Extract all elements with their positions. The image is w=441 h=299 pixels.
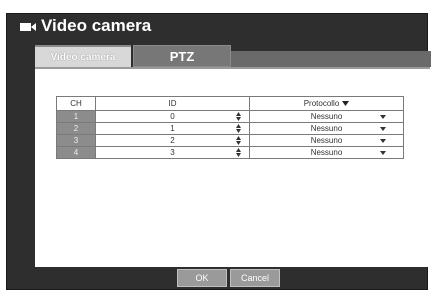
header-protocol-label: Protocollo [303,99,340,108]
protocol-value: Nessuno [310,124,343,133]
camera-table: CH ID Protocollo 1 0 Nessuno 2 1 Nessuno… [56,96,404,159]
id-value: 0 [170,112,175,121]
header-protocol[interactable]: Protocollo [249,96,404,111]
protocol-dropdown[interactable]: Nessuno [249,110,404,123]
tab-video-camera[interactable]: Video camera [35,45,131,67]
protocol-value: Nessuno [310,112,343,121]
ch-cell: 1 [56,110,96,123]
up-down-spinner-icon[interactable] [236,148,241,157]
chevron-down-icon [380,151,386,155]
title-bar: Video camera [7,14,427,40]
protocol-dropdown[interactable]: Nessuno [249,134,404,147]
id-value: 3 [170,148,175,157]
table-row: 4 3 Nessuno [56,146,404,159]
button-bar: OK Cancel [7,267,427,291]
header-id: ID [95,96,250,111]
table-header-row: CH ID Protocollo [56,96,404,111]
ok-button[interactable]: OK [177,269,227,287]
protocol-value: Nessuno [310,148,343,157]
up-down-spinner-icon[interactable] [236,136,241,145]
ch-cell: 4 [56,146,96,159]
tab-bar: Video camera PTZ [35,45,431,67]
id-value: 2 [170,136,175,145]
up-down-spinner-icon[interactable] [236,124,241,133]
id-value: 1 [170,124,175,133]
up-down-spinner-icon[interactable] [236,112,241,121]
chevron-down-icon [342,101,350,107]
ch-cell: 2 [56,122,96,135]
chevron-down-icon [380,139,386,143]
table-row: 1 0 Nessuno [56,110,404,123]
tab-ptz-label: PTZ [169,48,195,64]
chevron-down-icon [380,115,386,119]
tab-bar-filler [231,51,431,67]
id-spinner[interactable]: 3 [95,146,250,159]
id-spinner[interactable]: 1 [95,122,250,135]
protocol-value: Nessuno [310,136,343,145]
dialog-title: Video camera [41,16,152,35]
ch-cell: 3 [56,134,96,147]
header-ch: CH [56,96,96,111]
tab-video-camera-label: Video camera [50,51,116,63]
content-panel: CH ID Protocollo 1 0 Nessuno 2 1 Nessuno… [35,67,430,267]
video-camera-icon [20,23,36,31]
chevron-down-icon [380,127,386,131]
cancel-button[interactable]: Cancel [230,269,280,287]
table-row: 2 1 Nessuno [56,122,404,135]
id-spinner[interactable]: 2 [95,134,250,147]
id-spinner[interactable]: 0 [95,110,250,123]
video-camera-dialog: Video camera Video camera PTZ CH ID Prot… [6,13,431,291]
protocol-dropdown[interactable]: Nessuno [249,122,404,135]
table-row: 3 2 Nessuno [56,134,404,147]
protocol-dropdown[interactable]: Nessuno [249,146,404,159]
tab-ptz[interactable]: PTZ [133,45,231,67]
